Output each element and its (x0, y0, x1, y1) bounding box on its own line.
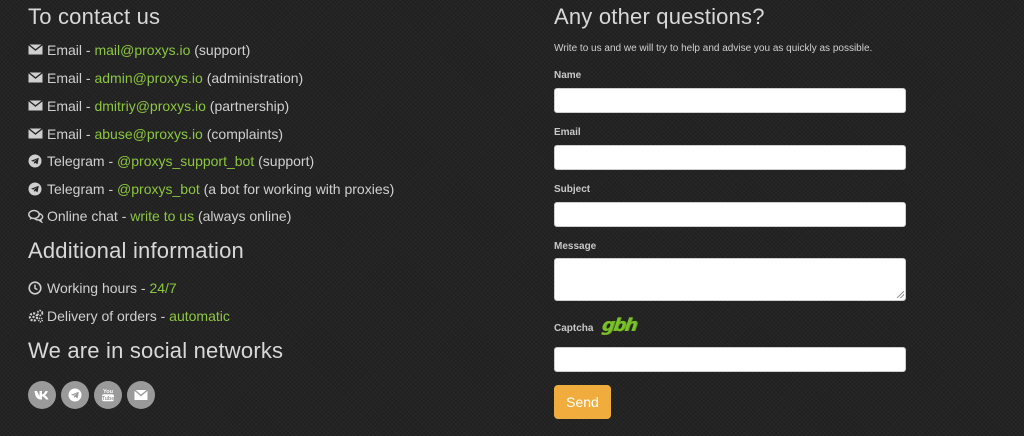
contact-row-email-partnership: Email - dmitriy@proxys.io (partnership) (28, 97, 289, 115)
telegram-icon (28, 182, 44, 196)
clock-icon (28, 281, 44, 295)
captcha-label: Captcha (554, 323, 594, 334)
form-title: Any other questions? (554, 4, 765, 29)
message-label: Message (554, 241, 597, 252)
contact-title: To contact us (28, 4, 161, 29)
contact-row-email-admin: Email - admin@proxys.io (administration) (28, 69, 303, 87)
contact-note: (complaints) (202, 126, 283, 142)
send-button[interactable]: Send (554, 385, 611, 419)
envelope-icon[interactable] (127, 381, 155, 409)
contact-label: Email (47, 126, 83, 142)
separator: - (156, 308, 170, 324)
contact-label: Email (47, 42, 83, 58)
envelope-icon (28, 127, 44, 141)
captcha-field[interactable] (554, 347, 906, 372)
contact-note: (administration) (202, 70, 304, 86)
envelope-icon (28, 71, 44, 85)
svg-text:You: You (103, 389, 113, 395)
contact-note: (a bot for working with proxies) (199, 181, 395, 197)
contact-row-telegram-support: Telegram - @proxys_support_bot (support) (28, 152, 314, 170)
delivery-value: automatic (169, 308, 230, 324)
contact-row-telegram-bot: Telegram - @proxys_bot (a bot for workin… (28, 180, 394, 198)
message-textarea[interactable] (554, 258, 906, 301)
online-chat-link[interactable]: write to us (130, 208, 194, 224)
telegram-link-support-bot[interactable]: @proxys_support_bot (117, 153, 254, 169)
social-networks-title: We are in social networks (28, 338, 284, 363)
form-description: Write to us and we will try to help and … (554, 43, 873, 54)
telegram-link-proxy-bot[interactable]: @proxys_bot (117, 181, 200, 197)
svg-text:Tube: Tube (102, 396, 115, 402)
textarea-resize-handle[interactable] (897, 291, 904, 298)
info-label: Working hours (47, 280, 138, 296)
contact-row-email-support: Email - mail@proxys.io (support) (28, 41, 250, 59)
contact-label: Telegram (47, 181, 105, 197)
contact-label: Email (47, 98, 83, 114)
telegram-icon (28, 154, 44, 168)
contact-row-email-abuse: Email - abuse@proxys.io (complaints) (28, 125, 283, 143)
additional-info-title: Additional information (28, 238, 244, 263)
name-label: Name (554, 70, 582, 81)
contact-note: (always online) (194, 208, 292, 224)
contact-note: (support) (190, 42, 251, 58)
separator: - (82, 70, 95, 86)
contact-note: (partnership) (205, 98, 290, 114)
separator: - (137, 280, 150, 296)
contact-row-online-chat: Online chat - write to us (always online… (28, 207, 291, 225)
subject-field[interactable] (554, 202, 906, 227)
email-link-partnership[interactable]: dmitriy@proxys.io (94, 98, 205, 114)
email-link-admin[interactable]: admin@proxys.io (94, 70, 202, 86)
separator: - (82, 42, 95, 58)
gears-icon (28, 309, 44, 323)
envelope-icon (28, 43, 44, 57)
contact-label: Email (47, 70, 83, 86)
envelope-icon (28, 99, 44, 113)
separator: - (117, 208, 131, 224)
info-label: Delivery of orders (47, 308, 157, 324)
info-row-delivery: Delivery of orders - automatic (28, 307, 230, 325)
email-link-support[interactable]: mail@proxys.io (94, 42, 190, 58)
contact-label: Telegram (47, 153, 105, 169)
email-label: Email (554, 127, 581, 138)
social-links: You Tube (28, 381, 160, 411)
email-field[interactable] (554, 145, 906, 170)
captcha-image: gbh (600, 315, 638, 336)
separator: - (82, 98, 95, 114)
vk-icon[interactable] (28, 381, 56, 409)
subject-label: Subject (554, 184, 591, 195)
contact-label: Online chat (47, 208, 118, 224)
contact-note: (support) (254, 153, 315, 169)
working-hours-value: 24/7 (149, 280, 177, 296)
separator: - (104, 153, 118, 169)
info-row-working-hours: Working hours - 24/7 (28, 279, 177, 297)
separator: - (104, 181, 118, 197)
separator: - (82, 126, 95, 142)
name-field[interactable] (554, 88, 906, 113)
chat-bubbles-icon (28, 209, 44, 223)
youtube-icon[interactable]: You Tube (94, 381, 122, 409)
telegram-icon[interactable] (61, 381, 89, 409)
email-link-abuse[interactable]: abuse@proxys.io (94, 126, 202, 142)
